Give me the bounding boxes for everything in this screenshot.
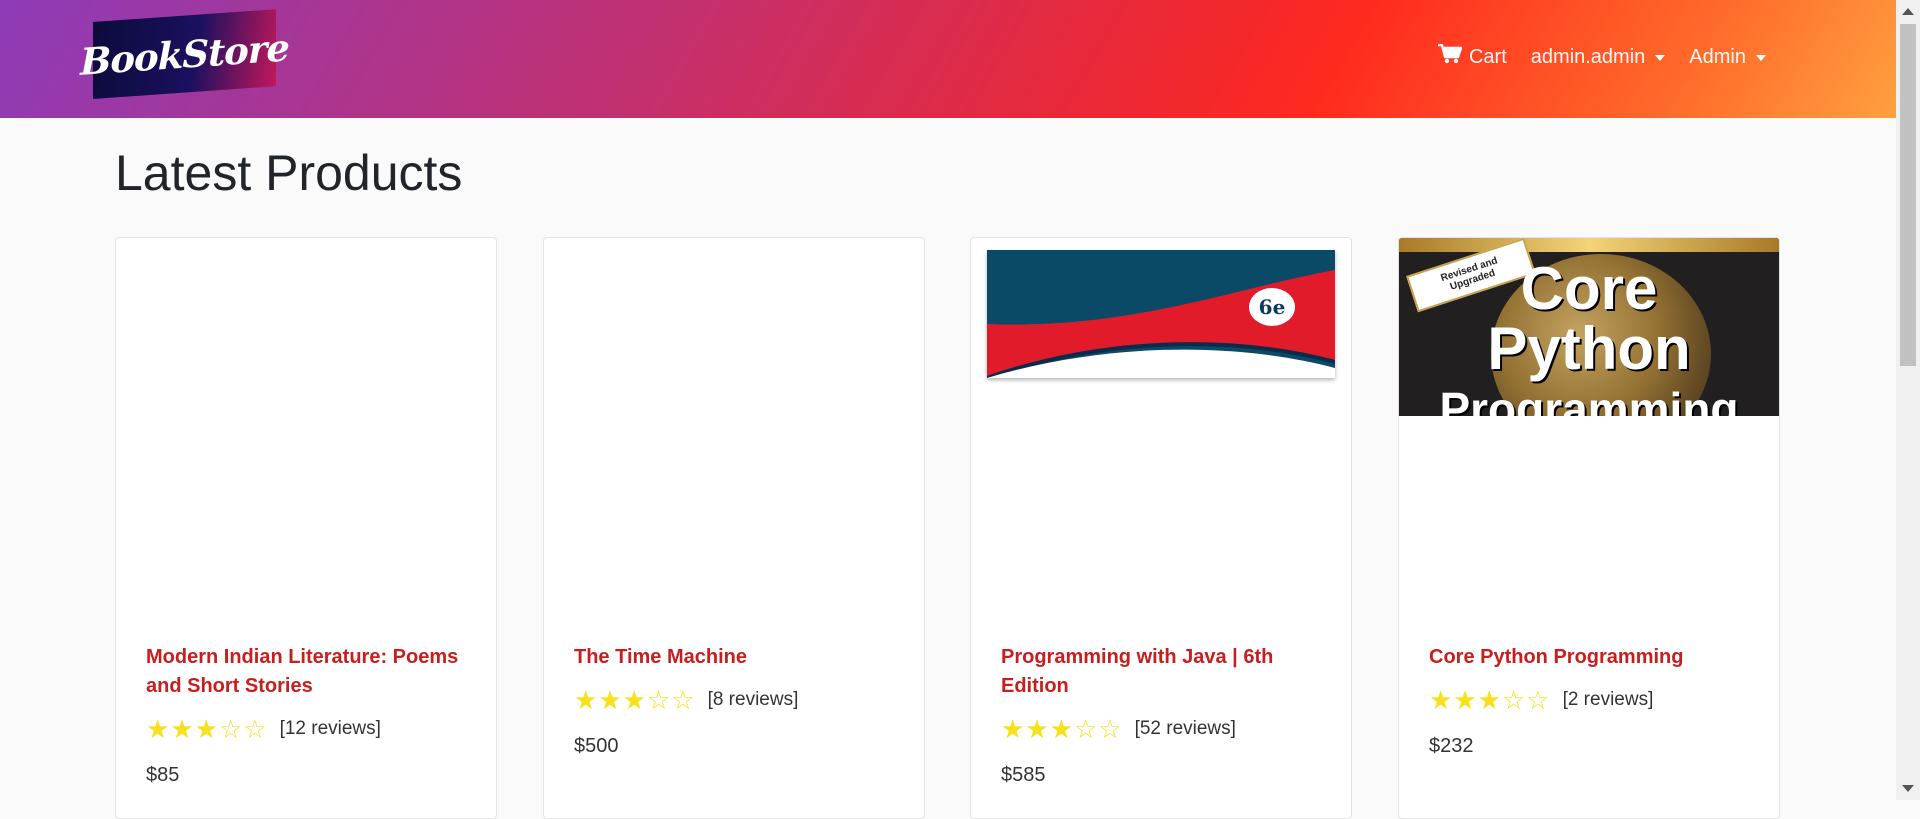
navbar: BookStore Cart admin.admin Admin [0,0,1896,118]
admin-dropdown[interactable]: Admin [1689,46,1766,69]
brand-logo[interactable]: BookStore [80,9,289,100]
product-image[interactable] [116,238,496,618]
cart-link[interactable]: Cart [1437,43,1507,70]
star-outline-icon: ☆ [218,714,243,744]
product-image[interactable]: Revised and Upgraded Core Python Program… [1399,238,1779,618]
review-count: [2 reviews] [1562,689,1654,710]
edition-badge: 6e [1249,288,1295,326]
star-filled-icon: ★ [1453,685,1477,715]
scroll-down-arrow-icon[interactable] [1902,785,1914,792]
product-price: $585 [1001,764,1046,786]
star-filled-icon: ★ [146,714,170,744]
product-card: DataInputStream in = new DataInputStream… [970,237,1352,819]
star-outline-icon: ☆ [243,714,267,744]
product-card: Revised and Upgraded Core Python Program… [1398,237,1780,819]
cover-title-line1: Core [1520,255,1658,322]
product-price: $85 [146,764,180,786]
product-rating: ★ ★ ★ ☆ ☆ [52 reviews] [1001,716,1323,742]
book-cover-python: Revised and Upgraded Core Python Program… [1399,238,1779,416]
product-card-body: The Time Machine ★ ★ ★ ☆ ☆ [8 reviews] $… [574,643,896,758]
star-filled-icon: ★ [622,685,646,715]
product-title-link[interactable]: Modern Indian Literature: Poems and Shor… [146,643,468,701]
cover-title-line3: Programming [1439,383,1739,416]
star-outline-icon: ☆ [1073,714,1098,744]
product-title-link[interactable]: Programming with Java | 6th Edition [1001,643,1323,701]
product-rating: ★ ★ ★ ☆ ☆ [8 reviews] [574,687,896,713]
scroll-up-arrow-icon[interactable] [1902,8,1914,15]
star-outline-icon: ☆ [1098,714,1122,744]
cover-title-line2: Python [1487,315,1691,382]
user-dropdown[interactable]: admin.admin [1531,46,1666,69]
product-image[interactable] [544,238,924,618]
product-rating: ★ ★ ★ ☆ ☆ [2 reviews] [1429,687,1751,713]
star-outline-icon: ☆ [671,685,695,715]
nav-links: Cart admin.admin Admin [1437,43,1766,70]
chevron-down-icon [1655,55,1666,61]
page-title: Latest Products [115,145,463,201]
product-title-link[interactable]: The Time Machine [574,643,896,672]
star-filled-icon: ★ [170,714,194,744]
product-card-body: Programming with Java | 6th Edition ★ ★ … [1001,643,1323,787]
product-title-link[interactable]: Core Python Programming [1429,643,1751,672]
star-outline-icon: ☆ [646,685,671,715]
vertical-scrollbar[interactable] [1896,0,1920,800]
product-card: Modern Indian Literature: Poems and Shor… [115,237,497,819]
cart-icon [1437,43,1463,70]
product-card-body: Modern Indian Literature: Poems and Shor… [146,643,468,787]
star-outline-icon: ☆ [1526,685,1550,715]
brand-logo-text: BookStore [80,24,289,84]
admin-dropdown-label: Admin [1689,45,1746,68]
review-count: [8 reviews] [707,689,799,710]
product-price: $232 [1429,735,1474,757]
star-filled-icon: ★ [1477,685,1501,715]
star-filled-icon: ★ [194,714,218,744]
product-price: $500 [574,735,619,757]
star-filled-icon: ★ [1429,685,1453,715]
book-cover-java: DataInputStream in = new DataInputStream… [987,250,1335,378]
star-outline-icon: ☆ [1501,685,1526,715]
chevron-down-icon [1756,55,1766,61]
star-filled-icon: ★ [574,685,598,715]
product-image[interactable]: DataInputStream in = new DataInputStream… [971,238,1351,618]
scrollbar-thumb[interactable] [1900,24,1916,366]
review-count: [52 reviews] [1134,718,1236,739]
product-rating: ★ ★ ★ ☆ ☆ [12 reviews] [146,716,468,742]
star-filled-icon: ★ [598,685,622,715]
product-card-body: Core Python Programming ★ ★ ★ ☆ ☆ [2 rev… [1429,643,1751,758]
product-card: The Time Machine ★ ★ ★ ☆ ☆ [8 reviews] $… [543,237,925,819]
user-dropdown-label: admin.admin [1530,45,1646,68]
star-filled-icon: ★ [1049,714,1073,744]
review-count: [12 reviews] [279,718,381,739]
star-filled-icon: ★ [1001,714,1025,744]
cover-gold-bar [1399,238,1779,252]
star-filled-icon: ★ [1025,714,1049,744]
cart-label: Cart [1468,45,1507,68]
